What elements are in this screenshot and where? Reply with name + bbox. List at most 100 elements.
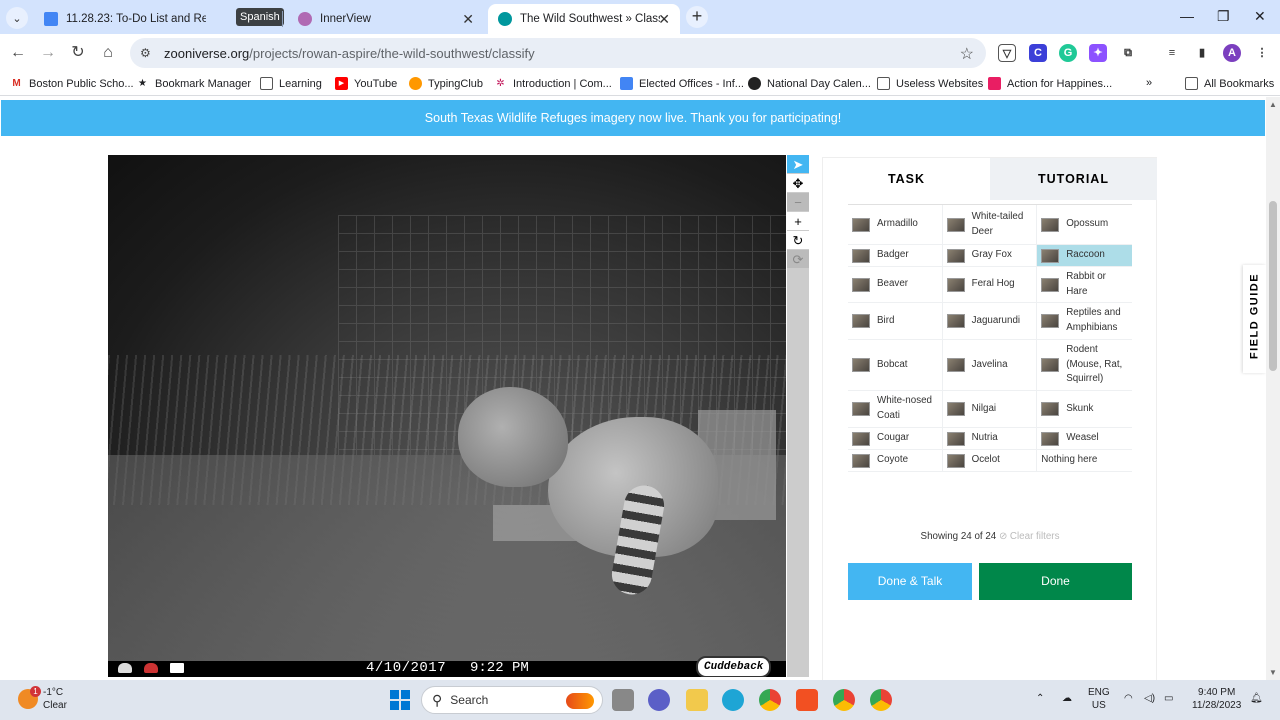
close-icon[interactable]: ✕: [658, 11, 670, 28]
clock[interactable]: 9:40 PM 11/28/2023: [1192, 686, 1241, 712]
scroll-up-icon[interactable]: ▲: [1269, 100, 1277, 109]
species-choice[interactable]: Cougar: [848, 428, 943, 449]
zoom-out-icon[interactable]: −: [787, 193, 809, 212]
bookmark-folder[interactable]: Useless Websites: [877, 77, 983, 90]
shield-icon[interactable]: ▽: [998, 44, 1016, 62]
scroll-down-icon[interactable]: ▼: [1269, 668, 1277, 677]
done-and-talk-button[interactable]: Done & Talk: [848, 563, 972, 600]
zoom-in-icon[interactable]: +: [787, 212, 809, 231]
tab-wild-southwest[interactable]: The Wild Southwest » Classify ✕: [488, 4, 680, 34]
bookmark-item[interactable]: Elected Offices - Inf...: [620, 77, 744, 90]
bookmark-item[interactable]: ✲ Introduction | Com...: [494, 77, 612, 90]
reset-icon[interactable]: ⟳: [787, 250, 809, 269]
extension-c-icon[interactable]: C: [1029, 44, 1047, 62]
tab-search-button[interactable]: ⌄: [6, 7, 28, 29]
avatar[interactable]: A: [1223, 44, 1241, 62]
species-choice[interactable]: Nilgai: [943, 391, 1038, 427]
volume-icon[interactable]: ◁): [1144, 692, 1155, 705]
species-choice[interactable]: Reptiles and Amphibians: [1037, 303, 1132, 339]
reading-list-icon[interactable]: ≡: [1163, 44, 1181, 62]
species-choice[interactable]: White-tailed Deer: [943, 205, 1038, 244]
species-choice[interactable]: Nutria: [943, 428, 1038, 449]
tab-tutorial[interactable]: TUTORIAL: [990, 158, 1157, 200]
chevron-up-icon[interactable]: ⌃: [1036, 692, 1044, 705]
species-choice[interactable]: Badger: [848, 245, 943, 266]
extensions-icon[interactable]: ⧉: [1119, 44, 1137, 62]
extension-puzzle-purple-icon[interactable]: ✦: [1089, 44, 1107, 62]
species-choice[interactable]: Beaver: [848, 267, 943, 302]
species-choice[interactable]: Bobcat: [848, 340, 943, 390]
done-button[interactable]: Done: [979, 563, 1132, 600]
more-bookmarks-button[interactable]: »: [1146, 77, 1152, 89]
species-choice[interactable]: White-nosed Coati: [848, 391, 943, 427]
store-icon[interactable]: [796, 689, 818, 711]
bookmark-item[interactable]: M Boston Public Scho...: [10, 77, 133, 90]
edge-icon[interactable]: [722, 689, 744, 711]
bookmark-item[interactable]: ★ Bookmark Manager: [136, 77, 251, 90]
new-tab-button[interactable]: +: [686, 6, 708, 28]
clear-filters-button[interactable]: ⊘ Clear filters: [999, 531, 1059, 542]
close-window-icon[interactable]: ✕: [1254, 8, 1266, 25]
site-info-icon[interactable]: ⚙: [140, 46, 156, 60]
page-scrollbar[interactable]: ▲ ▼: [1266, 97, 1280, 680]
bookmark-item[interactable]: Action for Happines...: [988, 77, 1112, 90]
species-choice[interactable]: Armadillo: [848, 205, 943, 244]
reload-icon[interactable]: ↻: [68, 43, 88, 63]
bookmark-item[interactable]: National Day Calen...: [748, 77, 871, 90]
field-guide-tab[interactable]: FIELD GUIDE: [1243, 265, 1266, 373]
scroll-thumb[interactable]: [1269, 201, 1277, 371]
species-choice[interactable]: Javelina: [943, 340, 1038, 390]
task-view-icon[interactable]: [612, 689, 634, 711]
maximize-icon[interactable]: ❐: [1217, 8, 1230, 25]
species-choice-selected[interactable]: Raccoon: [1037, 245, 1132, 266]
address-bar[interactable]: ⚙ zooniverse.org/projects/rowan-aspire/t…: [130, 38, 986, 68]
bookmark-item[interactable]: ▶ YouTube: [335, 77, 397, 90]
minimize-icon[interactable]: —: [1180, 8, 1194, 24]
species-choice[interactable]: Feral Hog: [943, 267, 1038, 302]
tab-innerview[interactable]: InnerView ✕: [288, 4, 484, 34]
species-choice[interactable]: Ocelot: [943, 450, 1038, 471]
species-choice[interactable]: Rodent (Mouse, Rat, Squirrel): [1037, 340, 1132, 390]
taskbar-search[interactable]: ⚲ Search: [421, 686, 603, 714]
tab-task[interactable]: TASK: [823, 158, 990, 200]
notification-icon[interactable]: 🔔︎: [1250, 692, 1263, 705]
all-bookmarks[interactable]: All Bookmarks: [1185, 77, 1274, 90]
bookmark-folder[interactable]: Learning: [260, 77, 322, 90]
side-panel-icon[interactable]: ▮: [1193, 44, 1211, 62]
bookmark-item[interactable]: TypingClub: [409, 77, 483, 90]
tab-todo[interactable]: 11.28.23: To-Do List and Remin: [34, 4, 230, 34]
start-button[interactable]: [390, 690, 410, 710]
species-choice[interactable]: Gray Fox: [943, 245, 1038, 266]
bookmark-star-icon[interactable]: ☆: [960, 44, 974, 64]
extension-g-icon[interactable]: G: [1059, 44, 1077, 62]
file-explorer-icon[interactable]: [686, 689, 708, 711]
species-choice[interactable]: Skunk: [1037, 391, 1132, 427]
rotate-icon[interactable]: ↻: [787, 231, 809, 250]
chrome-icon[interactable]: [759, 689, 781, 711]
battery-icon[interactable]: ▭: [1164, 692, 1173, 705]
species-choice[interactable]: Bird: [848, 303, 943, 339]
wifi-icon[interactable]: ◠: [1124, 692, 1133, 705]
species-choice[interactable]: Opossum: [1037, 205, 1132, 244]
move-icon[interactable]: ✥: [787, 174, 809, 193]
menu-icon[interactable]: ⋮: [1253, 44, 1271, 62]
species-choice[interactable]: Coyote: [848, 450, 943, 471]
species-choice[interactable]: Rabbit or Hare: [1037, 267, 1132, 302]
species-choice[interactable]: Jaguarundi: [943, 303, 1038, 339]
chrome-profile-icon[interactable]: [833, 689, 855, 711]
species-grid: Armadillo White-tailed Deer Opossum Badg…: [848, 204, 1132, 472]
back-icon[interactable]: ←: [8, 43, 28, 63]
species-choice[interactable]: Weasel: [1037, 428, 1132, 449]
deer-thumbnail: [946, 217, 965, 232]
network-alert-icon[interactable]: ☁: [1062, 692, 1072, 705]
weather-widget[interactable]: 1 -1°C Clear: [18, 686, 67, 712]
chrome-profile-2-icon[interactable]: [870, 689, 892, 711]
close-icon[interactable]: ✕: [462, 11, 474, 28]
species-choice-nothing[interactable]: Nothing here: [1037, 450, 1132, 471]
pointer-icon[interactable]: ➤: [787, 155, 809, 174]
subject-image[interactable]: 4/10/2017 9:22 PM Cuddeback: [108, 155, 786, 677]
forward-icon[interactable]: →: [38, 43, 58, 63]
teams-icon[interactable]: [648, 689, 670, 711]
home-icon[interactable]: ⌂: [98, 43, 118, 63]
language-indicator[interactable]: ENG US: [1088, 686, 1110, 712]
